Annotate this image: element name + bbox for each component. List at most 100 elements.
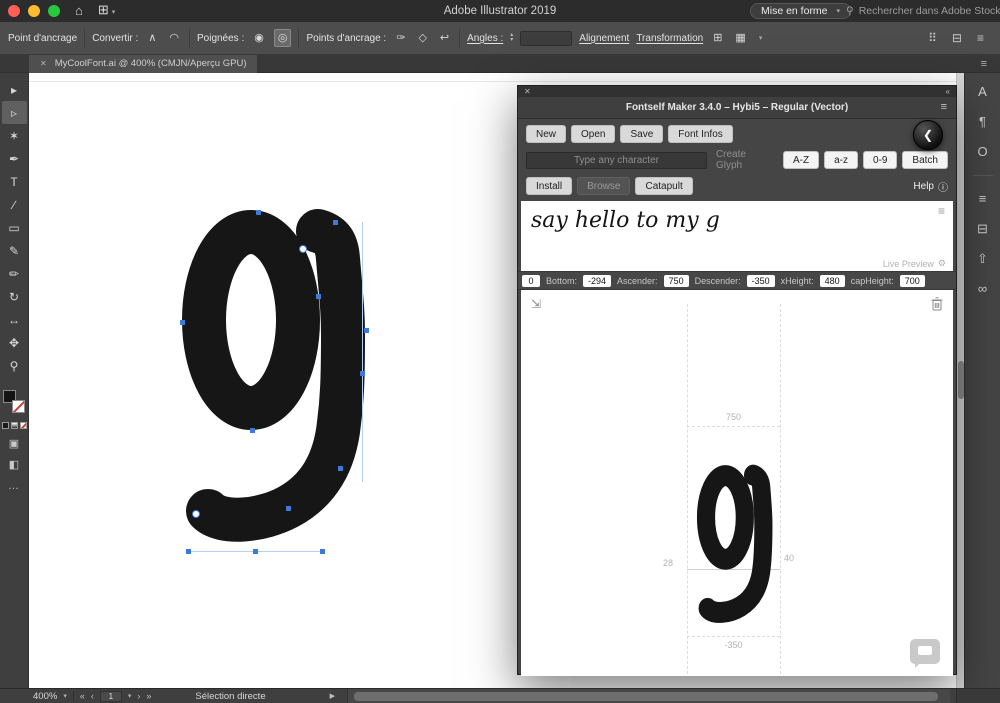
remove-anchor-icon[interactable]: ✑ [393,30,408,46]
stroke-color-chip[interactable] [12,400,25,413]
expand-icon[interactable]: ⇲ [531,297,541,311]
first-artboard-icon[interactable]: « [80,691,85,701]
workspace-dropdown[interactable]: Mise en forme ▾ [750,3,851,19]
edit-toolbar-icon[interactable]: … [8,480,20,492]
none-chip[interactable] [20,422,27,429]
control-bar-menu-icon[interactable]: ≡ [977,31,984,45]
anchor-point[interactable] [360,371,365,376]
left-metric-value[interactable]: 0 [522,275,540,287]
line-segment-tool[interactable]: ∕ [2,193,27,216]
new-button[interactable]: New [526,125,566,143]
anchor-point[interactable] [256,210,261,215]
horizontal-scrollbar-thumb[interactable] [354,692,938,701]
glyph-preview-g[interactable] [692,458,777,634]
close-panel-icon[interactable]: ✕ [524,87,531,96]
character-panel-icon[interactable]: A [978,85,987,99]
ascender-guide[interactable] [687,426,780,427]
left-bearing-guide[interactable] [687,304,688,674]
anchor-point[interactable] [333,220,338,225]
batch-button[interactable]: Batch [902,151,948,169]
install-button[interactable]: Install [526,177,572,195]
chevron-down-icon[interactable]: ▾ [63,692,67,700]
lowercase-range-button[interactable]: a-z [824,151,858,169]
draw-mode-icon[interactable]: ▣ [9,437,19,450]
chevron-down-icon[interactable]: ▾ [128,692,132,700]
anchor-point[interactable] [320,549,325,554]
last-artboard-icon[interactable]: » [146,691,151,701]
show-handles-icon[interactable]: ◉ [251,30,267,46]
transform-reference-icon[interactable]: ⊞ [710,30,725,46]
anchor-point[interactable] [253,549,258,554]
touch-workspace-icon[interactable]: ⠿ [928,31,937,45]
convert-corner-icon[interactable]: ∧ [145,30,159,46]
fill-stroke-swatches[interactable] [3,390,25,413]
open-button[interactable]: Open [571,125,615,143]
angles-stepper[interactable]: ▴ ▾ [510,33,513,43]
hide-handles-icon[interactable]: ◎ [274,29,292,47]
gradient-chip[interactable] [11,422,18,429]
descender-value[interactable]: -350 [747,275,775,287]
rotate-tool[interactable]: ↻ [2,285,27,308]
catapult-button[interactable]: Catapult [635,177,692,195]
create-glyph-button[interactable]: Create Glyph [716,149,772,171]
glyph-artwork-g[interactable] [170,195,376,565]
digits-range-button[interactable]: 0-9 [863,151,897,169]
gear-icon[interactable]: ⚙ [938,258,946,269]
descender-guide[interactable] [687,636,780,637]
anchor-point[interactable] [250,428,255,433]
chat-support-icon[interactable] [910,639,940,664]
close-window-button[interactable] [8,5,20,17]
pathfinder-panel-icon[interactable]: ⊟ [977,222,988,236]
uppercase-range-button[interactable]: A-Z [783,151,819,169]
anchor-point[interactable] [186,549,191,554]
help-link[interactable]: Help ⓘ [913,179,948,194]
links-panel-icon[interactable]: ∞ [978,282,987,296]
color-chip[interactable] [2,422,9,429]
anchor-point-hollow[interactable] [192,510,200,518]
ascender-value[interactable]: 750 [664,275,689,287]
right-bearing-guide[interactable] [780,304,781,674]
trash-icon[interactable] [931,297,943,314]
back-button[interactable]: ❮ [913,120,943,150]
collapse-panel-icon[interactable]: « [946,87,950,96]
anchor-point[interactable] [316,294,321,299]
pen-tool[interactable]: ✒ [2,147,27,170]
selection-tool[interactable]: ▸ [2,78,27,101]
stock-search-field[interactable]: ⚲ Rechercher dans Adobe Stock [846,3,1000,19]
width-tool[interactable]: ↔ [2,308,27,331]
browse-button[interactable]: Browse [577,177,630,195]
status-expand-icon[interactable]: ▶ [330,692,335,700]
corner-anchor-icon[interactable]: ◇ [415,30,429,46]
document-tab[interactable]: ✕ MyCoolFont.ai @ 400% (CMJN/Aperçu GPU) [29,55,257,73]
fullscreen-window-button[interactable] [48,5,60,17]
anchor-point[interactable] [338,466,343,471]
screen-mode-icon[interactable]: ◧ [9,458,19,471]
preview-text[interactable]: say hello to my g [531,208,720,233]
fontself-menu-icon[interactable]: ≡ [941,101,947,113]
magic-wand-tool[interactable]: ✶ [2,124,27,147]
capheight-value[interactable]: 700 [900,275,925,287]
close-tab-icon[interactable]: ✕ [40,59,47,68]
minimize-window-button[interactable] [28,5,40,17]
horizontal-scrollbar[interactable] [347,689,950,703]
character-input[interactable] [526,152,707,169]
zoom-tool[interactable]: ⚲ [2,354,27,377]
reset-anchor-icon[interactable]: ↩ [437,30,452,46]
transformation-link[interactable]: Transformation [636,33,703,44]
artboard-number-input[interactable] [100,691,122,702]
bottom-value[interactable]: -294 [583,275,611,287]
angles-input[interactable] [520,31,572,46]
anchor-point[interactable] [286,506,291,511]
anchor-point-hollow[interactable] [299,245,307,253]
previous-artboard-icon[interactable]: ‹ [91,691,94,701]
hand-tool[interactable]: ✥ [2,331,27,354]
anchor-point[interactable] [180,320,185,325]
convert-smooth-icon[interactable]: ◠ [166,30,182,46]
panel-menu-icon[interactable]: ≡ [981,58,987,70]
anchor-point[interactable] [364,328,369,333]
apps-grid-icon[interactable]: ⊞▾ [98,0,115,24]
rectangle-tool[interactable]: ▭ [2,216,27,239]
pencil-tool[interactable]: ✏ [2,262,27,285]
xheight-value[interactable]: 480 [820,275,845,287]
effects-icon[interactable]: ▦ [732,30,748,46]
